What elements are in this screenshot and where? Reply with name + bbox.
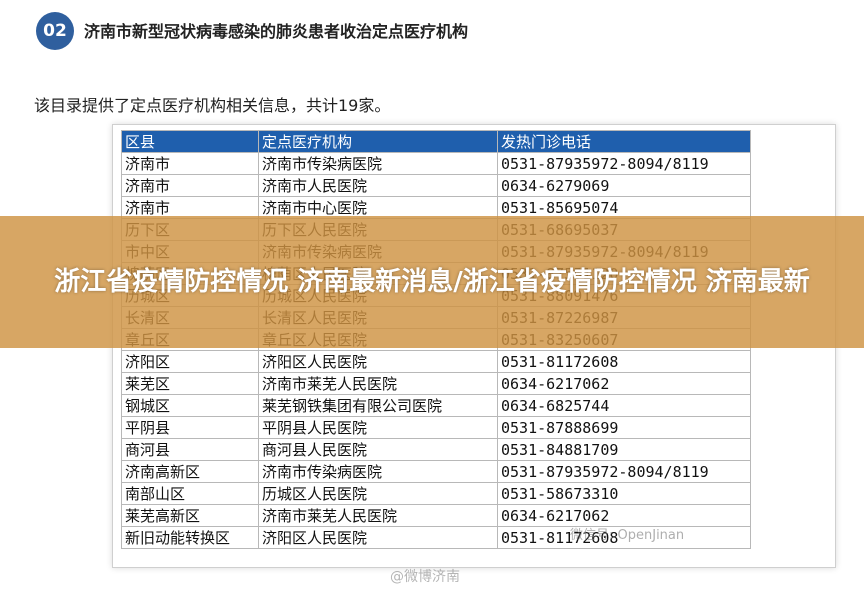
district-cell: 商河县 (121, 438, 259, 461)
hospital-cell: 济南市莱芜人民医院 (258, 372, 498, 395)
hospital-cell: 济南市莱芜人民医院 (258, 504, 498, 527)
phone-cell: 0531-58673310 (497, 482, 751, 505)
section-heading: 济南市新型冠状病毒感染的肺炎患者收治定点医疗机构 (84, 22, 469, 41)
hospital-cell: 莱芜钢铁集团有限公司医院 (258, 394, 498, 417)
phone-cell: 0531-81172608 (497, 350, 751, 373)
banner-title: 浙江省疫情防控情况 济南最新消息/浙江省疫情防控情况 济南最新 (54, 267, 810, 297)
district-cell: 莱芜高新区 (121, 504, 259, 527)
hospital-cell: 济南市传染病医院 (258, 152, 498, 175)
district-cell: 济阳区 (121, 350, 259, 373)
district-cell: 济南市 (121, 152, 259, 175)
table-row: 济南市 济南市人民医院 0634-6279069 (121, 174, 751, 197)
table-row: 莱芜区 济南市莱芜人民医院 0634-6217062 (121, 372, 751, 395)
column-header-district: 区县 (121, 130, 259, 153)
phone-cell: 0531-84881709 (497, 438, 751, 461)
column-header-phone: 发热门诊电话 (497, 130, 751, 153)
weibo-watermark: @微博济南 (390, 569, 460, 585)
hospital-cell: 济南市人民医院 (258, 174, 498, 197)
table-body: 济南市 济南市传染病医院 0531-87935972-8094/8119 济南市 济南市… (121, 152, 751, 549)
district-cell: 济南高新区 (121, 460, 259, 483)
table-row: 平阴县 平阴县人民医院 0531-87888699 (121, 416, 751, 439)
district-cell: 济南市 (121, 174, 259, 197)
table-row: 钢城区 莱芜钢铁集团有限公司医院 0634-6825744 (121, 394, 751, 417)
hospital-cell: 商河县人民医院 (258, 438, 498, 461)
table-row: 济南市 济南市传染病医院 0531-87935972-8094/8119 (121, 152, 751, 175)
column-header-hospital: 定点医疗机构 (258, 130, 498, 153)
hospital-cell: 平阴县人民医院 (258, 416, 498, 439)
hospital-cell: 历城区人民医院 (258, 482, 498, 505)
district-cell: 南部山区 (121, 482, 259, 505)
hospital-cell: 济阳区人民医院 (258, 350, 498, 373)
phone-cell: 0634-6217062 (497, 372, 751, 395)
phone-cell: 0634-6825744 (497, 394, 751, 417)
table-row: 济南高新区 济南市传染病医院 0531-87935972-8094/8119 (121, 460, 751, 483)
table-header-row: 区县 定点医疗机构 发热门诊电话 (121, 130, 751, 153)
phone-cell: 0531-87935972-8094/8119 (497, 460, 751, 483)
table-row: 商河县 商河县人民医院 0531-84881709 (121, 438, 751, 461)
intro-text: 该目录提供了定点医疗机构相关信息，共计19家。 (34, 96, 391, 115)
phone-cell: 0634-6279069 (497, 174, 751, 197)
hospital-cell: 济阳区人民医院 (258, 526, 498, 549)
hospital-cell: 济南市传染病医院 (258, 460, 498, 483)
section-number-badge: 02 (36, 12, 74, 50)
district-cell: 新旧动能转换区 (121, 526, 259, 549)
wechat-watermark: 微信号: OpenJinan (570, 528, 685, 543)
district-cell: 平阴县 (121, 416, 259, 439)
district-cell: 钢城区 (121, 394, 259, 417)
phone-cell: 0531-87888699 (497, 416, 751, 439)
phone-cell: 0531-87935972-8094/8119 (497, 152, 751, 175)
title-banner: 浙江省疫情防控情况 济南最新消息/浙江省疫情防控情况 济南最新 (0, 216, 864, 348)
district-cell: 莱芜区 (121, 372, 259, 395)
table-row: 南部山区 历城区人民医院 0531-58673310 (121, 482, 751, 505)
table-row: 济阳区 济阳区人民医院 0531-81172608 (121, 350, 751, 373)
